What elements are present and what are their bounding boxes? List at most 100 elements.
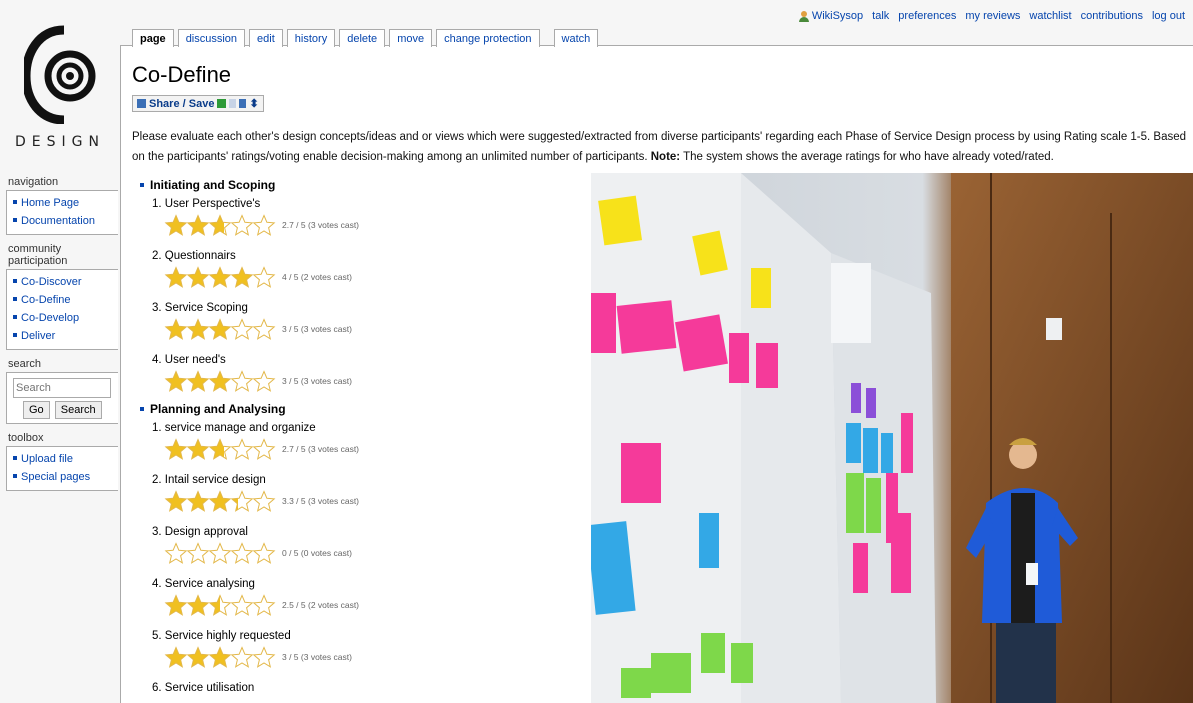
phase-section: Initiating and Scoping 1. User Perspecti… [138, 178, 588, 400]
star-icon[interactable] [164, 490, 188, 512]
star-icon[interactable] [208, 266, 232, 288]
star-icon[interactable] [186, 266, 210, 288]
tab-edit[interactable]: edit [249, 29, 283, 47]
tab-page[interactable]: page [132, 29, 174, 47]
logo-wordmark: DESIGN [15, 134, 105, 150]
phase-title-text: Planning and Analysing [150, 402, 286, 416]
rating-item: 5. Service highly requested 3 / 5 (3 vot… [152, 624, 588, 676]
star-icon[interactable] [164, 594, 188, 616]
item-label: 2. Questionnairs [152, 250, 236, 262]
tab-move[interactable]: move [389, 29, 433, 47]
sidebar-item-deliver[interactable]: Deliver [21, 330, 55, 342]
rating-item: 1. service manage and organize 2.7 / 5 (… [152, 416, 588, 468]
star-icon[interactable] [164, 542, 188, 564]
star-icon[interactable] [208, 214, 232, 236]
star-icon[interactable] [230, 594, 254, 616]
star-icon[interactable] [208, 370, 232, 392]
star-icon[interactable] [186, 490, 210, 512]
sidebar-item-home-page[interactable]: Home Page [21, 197, 79, 209]
bullet-icon [13, 279, 17, 284]
star-rating[interactable]: 3 / 5 (3 votes cast) [164, 646, 352, 668]
star-icon[interactable] [230, 438, 254, 460]
search-button[interactable]: Search [54, 401, 102, 419]
talk-link[interactable]: talk [872, 10, 889, 22]
star-icon[interactable] [252, 542, 276, 564]
star-icon[interactable] [186, 318, 210, 340]
star-icon[interactable] [164, 370, 188, 392]
toolbox-heading: toolbox [8, 432, 44, 444]
sidebar-item-co-define[interactable]: Co-Define [21, 294, 71, 306]
star-icon[interactable] [164, 318, 188, 340]
rating-item: 3. Service Scoping 3 / 5 (3 votes cast) [152, 296, 588, 348]
site-logo[interactable]: DESIGN [6, 14, 114, 164]
star-icon[interactable] [252, 490, 276, 512]
vote-count: 2.7 / 5 (3 votes cast) [282, 444, 360, 454]
tab-change-protection[interactable]: change protection [436, 29, 540, 47]
star-icon[interactable] [252, 646, 276, 668]
star-rating[interactable]: 2.7 / 5 (3 votes cast) [164, 438, 359, 460]
go-button[interactable]: Go [23, 401, 50, 419]
star-icon[interactable] [208, 490, 232, 512]
sidebar-item-special-pages[interactable]: Special pages [21, 471, 90, 483]
sidebar-item-co-discover[interactable]: Co-Discover [21, 276, 82, 288]
tab-watch[interactable]: watch [553, 29, 599, 47]
star-icon[interactable] [208, 542, 232, 564]
user-link[interactable]: WikiSysop [798, 10, 863, 22]
star-icon[interactable] [230, 646, 254, 668]
star-icon[interactable] [252, 594, 276, 616]
star-rating[interactable]: 3.3 / 5 (3 votes cast) [164, 490, 359, 512]
sidebar-item-upload-file[interactable]: Upload file [21, 453, 73, 465]
workshop-photo [591, 173, 1193, 703]
star-rating[interactable]: 4 / 5 (2 votes cast) [164, 266, 352, 288]
my-reviews-link[interactable]: my reviews [965, 10, 1020, 22]
star-icon[interactable] [230, 266, 254, 288]
star-icon[interactable] [164, 266, 188, 288]
sidebar-item-documentation[interactable]: Documentation [21, 215, 95, 227]
star-icon[interactable] [208, 646, 232, 668]
star-icon[interactable] [164, 214, 188, 236]
star-icon[interactable] [186, 370, 210, 392]
tab-discussion[interactable]: discussion [177, 29, 246, 47]
star-rating[interactable]: 3 / 5 (3 votes cast) [164, 370, 352, 392]
share-save-button[interactable]: Share / Save ⬍ [132, 95, 264, 112]
star-icon[interactable] [252, 370, 276, 392]
search-portlet: search Go Search [6, 358, 118, 424]
star-icon[interactable] [230, 318, 254, 340]
star-icon[interactable] [186, 214, 210, 236]
star-icon[interactable] [164, 646, 188, 668]
star-icon[interactable] [230, 490, 254, 512]
star-icon[interactable] [252, 214, 276, 236]
star-icon[interactable] [230, 370, 254, 392]
star-icon[interactable] [186, 542, 210, 564]
star-icon[interactable] [230, 214, 254, 236]
tab-delete[interactable]: delete [339, 29, 386, 47]
rating-item: 2. Intail service design 3.3 / 5 (3 vote… [152, 468, 588, 520]
search-input[interactable] [13, 378, 111, 398]
contributions-link[interactable]: contributions [1081, 10, 1143, 22]
star-icon[interactable] [186, 438, 210, 460]
star-icon[interactable] [186, 646, 210, 668]
watchlist-link[interactable]: watchlist [1029, 10, 1071, 22]
star-icon[interactable] [164, 438, 188, 460]
star-rating[interactable]: 3 / 5 (3 votes cast) [164, 318, 352, 340]
star-rating[interactable]: 2.7 / 5 (3 votes cast) [164, 214, 359, 236]
tab-history[interactable]: history [286, 29, 336, 47]
star-rating[interactable]: 0 / 5 (0 votes cast) [164, 542, 352, 564]
username[interactable]: WikiSysop [812, 10, 863, 22]
star-icon[interactable] [208, 594, 232, 616]
log-out-link[interactable]: log out [1152, 10, 1185, 22]
star-rating[interactable]: 2.5 / 5 (2 votes cast) [164, 594, 359, 616]
star-icon[interactable] [252, 318, 276, 340]
vote-count: 2.5 / 5 (2 votes cast) [282, 600, 360, 610]
star-icon[interactable] [230, 542, 254, 564]
star-icon[interactable] [186, 594, 210, 616]
star-icon[interactable] [208, 438, 232, 460]
star-icon[interactable] [252, 438, 276, 460]
email-icon [229, 99, 237, 108]
preferences-link[interactable]: preferences [898, 10, 956, 22]
bullet-icon [13, 456, 17, 461]
sidebar-item-co-develop[interactable]: Co-Develop [21, 312, 79, 324]
star-icon[interactable] [252, 266, 276, 288]
star-icon[interactable] [208, 318, 232, 340]
rating-item: 4. Service analysing 2.5 / 5 (2 votes ca… [152, 572, 588, 624]
